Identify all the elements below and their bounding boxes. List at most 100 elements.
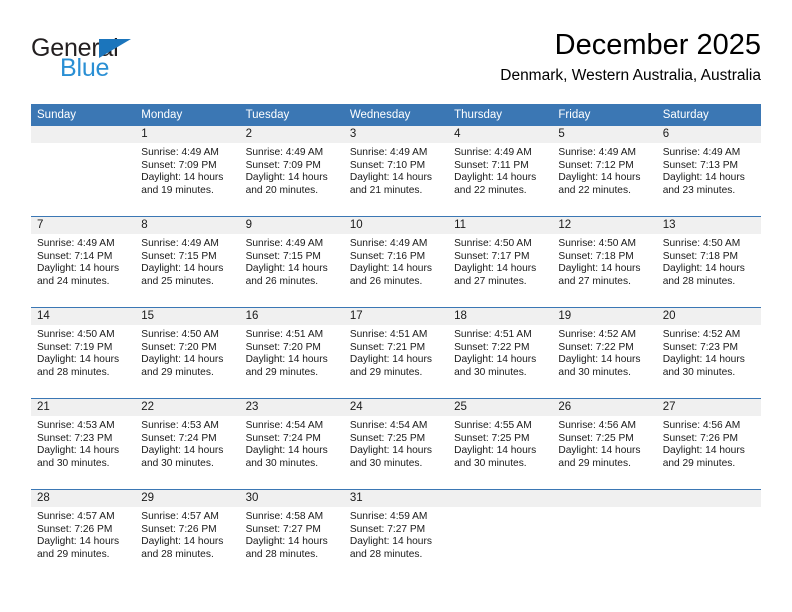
calendar-cell: 16 Sunrise: 4:51 AM Sunset: 7:20 PM Dayligh… [239,307,344,399]
daylight-text-line1: Daylight: 14 hours [245,445,328,457]
calendar-day-10[interactable]: 10 Sunrise: 4:49 AM Sunset: 7:16 PM Dayligh… [343,217,449,307]
calendar-day-24[interactable]: 24 Sunrise: 4:54 AM Sunset: 7:25 PM Dayligh… [343,399,449,489]
sunset-text: Sunset: 7:16 PM [349,250,426,262]
daylight-text-line2: and 28 minutes. [349,548,423,560]
sunset-text: Sunset: 7:09 PM [245,159,321,171]
daylight-text-line2: and 20 minutes. [245,184,319,196]
day-details: Sunrise: 4:57 AM Sunset: 7:26 PM Daylight:… [135,507,239,561]
calendar-day-27[interactable]: 27 Sunrise: 4:56 AM Sunset: 7:26 PM Dayligh… [656,399,761,489]
sunrise-text: Sunrise: 4:50 AM [454,238,532,249]
calendar-day-9[interactable]: 9 Sunrise: 4:49 AM Sunset: 7:15 PM Daylight… [239,217,344,307]
sunrise-text: Sunrise: 4:51 AM [245,329,324,340]
calendar-day-11[interactable]: 11 Sunrise: 4:50 AM Sunset: 7:17 PM Dayligh… [448,217,553,307]
calendar-day-2[interactable]: 2 Sunrise: 4:49 AM Sunset: 7:09 PM Daylight… [239,126,344,216]
day-number: 12 [552,217,657,234]
daylight-text-line1: Daylight: 14 hours [454,354,537,366]
calendar-day-5[interactable]: 5 Sunrise: 4:49 AM Sunset: 7:12 PM Daylight… [552,126,657,216]
calendar-day-19[interactable]: 19 Sunrise: 4:52 AM Sunset: 7:22 PM Dayligh… [552,308,657,398]
day-details: Sunrise: 4:51 AM Sunset: 7:22 PM Daylight:… [448,325,552,379]
day-number: 4 [448,126,553,143]
calendar-day-3[interactable]: 3 Sunrise: 4:49 AM Sunset: 7:10 PM Daylight… [343,126,449,216]
calendar-day-30[interactable]: 30 Sunrise: 4:58 AM Sunset: 7:27 PM Dayligh… [239,490,344,580]
sunset-text: Sunset: 7:21 PM [349,341,426,353]
calendar-day-6[interactable]: 6 Sunrise: 4:49 AM Sunset: 7:13 PM Daylight… [656,126,761,216]
daylight-text-line2: and 29 minutes. [558,457,631,469]
calendar-day-14[interactable]: 14 Sunrise: 4:50 AM Sunset: 7:19 PM Dayligh… [31,308,136,398]
sunset-text: Sunset: 7:10 PM [349,159,426,171]
calendar-cell: 9 Sunrise: 4:49 AM Sunset: 7:15 PM Daylight… [239,216,344,308]
calendar-day-31[interactable]: 31 Sunrise: 4:59 AM Sunset: 7:27 PM Dayligh… [343,490,449,580]
sunrise-text: Sunrise: 4:51 AM [349,329,428,340]
calendar-day-12[interactable]: 12 Sunrise: 4:50 AM Sunset: 7:18 PM Dayligh… [552,217,657,307]
day-details: Sunrise: 4:52 AM Sunset: 7:23 PM Daylight:… [657,325,761,379]
daylight-text-line1: Daylight: 14 hours [662,445,745,457]
calendar-day-22[interactable]: 22 Sunrise: 4:53 AM Sunset: 7:24 PM Dayligh… [135,399,240,489]
calendar-day-29[interactable]: 29 Sunrise: 4:57 AM Sunset: 7:26 PM Dayligh… [135,490,240,580]
sunrise-text: Sunrise: 4:54 AM [245,420,324,431]
calendar-day-7[interactable]: 7 Sunrise: 4:49 AM Sunset: 7:14 PM Daylight… [31,217,136,307]
weekday-header-sunday: Sunday [31,104,136,126]
day-number: 22 [135,399,240,416]
calendar-cell: 3 Sunrise: 4:49 AM Sunset: 7:10 PM Daylight… [343,126,449,217]
title-block: December 2025 Denmark, Western Australia… [500,28,761,87]
sunset-text: Sunset: 7:14 PM [37,250,113,262]
calendar-day-13[interactable]: 13 Sunrise: 4:50 AM Sunset: 7:18 PM Dayligh… [656,217,761,307]
day-number: 8 [135,217,240,234]
calendar-cell: 22 Sunrise: 4:53 AM Sunset: 7:24 PM Dayligh… [135,398,240,490]
day-number: 26 [552,399,657,416]
sunset-text: Sunset: 7:15 PM [141,250,217,262]
weekday-header-thursday: Thursday [448,104,553,126]
calendar-day-15[interactable]: 15 Sunrise: 4:50 AM Sunset: 7:20 PM Dayligh… [135,308,240,398]
calendar-day-18[interactable]: 18 Sunrise: 4:51 AM Sunset: 7:22 PM Dayligh… [448,308,553,398]
calendar-day-23[interactable]: 23 Sunrise: 4:54 AM Sunset: 7:24 PM Dayligh… [239,399,344,489]
calendar-day-26[interactable]: 26 Sunrise: 4:56 AM Sunset: 7:25 PM Dayligh… [552,399,657,489]
calendar-table: Sunday Monday Tuesday Wednesday Thursday Frid… [31,104,761,580]
day-details: Sunrise: 4:51 AM Sunset: 7:21 PM Daylight:… [344,325,448,379]
calendar-day-25[interactable]: 25 Sunrise: 4:55 AM Sunset: 7:25 PM Dayligh… [448,399,553,489]
calendar-day-16[interactable]: 16 Sunrise: 4:51 AM Sunset: 7:20 PM Dayligh… [239,308,344,398]
daylight-text-line1: Daylight: 14 hours [454,263,537,275]
logo[interactable]: General Blue [31,34,211,90]
sunrise-text: Sunrise: 4:51 AM [454,329,532,340]
daylight-text-line2: and 25 minutes. [141,275,214,287]
calendar-cell [552,489,657,580]
sunset-text: Sunset: 7:12 PM [558,159,634,171]
calendar-day-1[interactable]: 1 Sunrise: 4:49 AM Sunset: 7:09 PM Daylight… [135,126,240,216]
sunrise-text: Sunrise: 4:56 AM [558,420,636,431]
calendar-day-17[interactable]: 17 Sunrise: 4:51 AM Sunset: 7:21 PM Dayligh… [343,308,449,398]
calendar-day-20[interactable]: 20 Sunrise: 4:52 AM Sunset: 7:23 PM Dayligh… [656,308,761,398]
calendar-week-row: 7 Sunrise: 4:49 AM Sunset: 7:14 PM Daylight… [31,216,761,308]
day-details: Sunrise: 4:59 AM Sunset: 7:27 PM Daylight:… [344,507,448,561]
day-details: Sunrise: 4:49 AM Sunset: 7:12 PM Daylight:… [552,143,656,197]
day-number: 6 [656,126,761,143]
daylight-text-line2: and 24 minutes. [37,275,110,287]
sunrise-text: Sunrise: 4:50 AM [558,238,636,249]
daylight-text-line2: and 27 minutes. [454,275,527,287]
calendar-cell: 31 Sunrise: 4:59 AM Sunset: 7:27 PM Dayligh… [343,489,449,580]
calendar-cell: 5 Sunrise: 4:49 AM Sunset: 7:12 PM Daylight… [552,126,657,217]
daylight-text-line2: and 29 minutes. [245,366,319,378]
daylight-text-line2: and 28 minutes. [37,366,110,378]
calendar-week-row: 28 Sunrise: 4:57 AM Sunset: 7:26 PM Dayligh… [31,489,761,580]
day-details: Sunrise: 4:49 AM Sunset: 7:09 PM Daylight:… [135,143,239,197]
day-details: Sunrise: 4:54 AM Sunset: 7:24 PM Daylight:… [240,416,344,470]
daylight-text-line2: and 29 minutes. [141,366,214,378]
calendar-day-8[interactable]: 8 Sunrise: 4:49 AM Sunset: 7:15 PM Daylight… [135,217,240,307]
sunrise-text: Sunrise: 4:59 AM [349,511,428,522]
sunset-text: Sunset: 7:19 PM [37,341,113,353]
calendar-cell: 10 Sunrise: 4:49 AM Sunset: 7:16 PM Dayligh… [343,216,449,308]
calendar-week-row: 1 Sunrise: 4:49 AM Sunset: 7:09 PM Daylight… [31,126,761,217]
day-details: Sunrise: 4:50 AM Sunset: 7:18 PM Daylight:… [657,234,761,288]
page-title: December 2025 [554,29,761,61]
daylight-text-line1: Daylight: 14 hours [245,263,328,275]
calendar-day-21[interactable]: 21 Sunrise: 4:53 AM Sunset: 7:23 PM Dayligh… [31,399,136,489]
sunrise-text: Sunrise: 4:49 AM [141,147,219,158]
calendar-cell: 2 Sunrise: 4:49 AM Sunset: 7:09 PM Daylight… [239,126,344,217]
day-details: Sunrise: 4:53 AM Sunset: 7:24 PM Daylight:… [135,416,239,470]
daylight-text-line2: and 27 minutes. [558,275,631,287]
day-number: 11 [448,217,553,234]
calendar-day-empty [448,490,553,580]
calendar-day-28[interactable]: 28 Sunrise: 4:57 AM Sunset: 7:26 PM Dayligh… [31,490,136,580]
calendar-cell: 1 Sunrise: 4:49 AM Sunset: 7:09 PM Daylight… [135,126,240,217]
calendar-day-4[interactable]: 4 Sunrise: 4:49 AM Sunset: 7:11 PM Daylight… [448,126,553,216]
